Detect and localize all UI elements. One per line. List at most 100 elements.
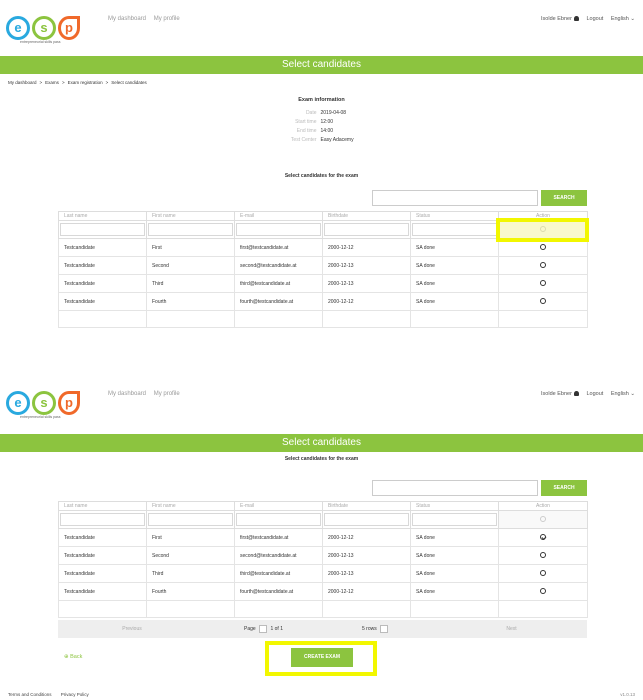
cell-action: [498, 238, 588, 257]
select-candidate-radio[interactable]: [540, 588, 546, 595]
top-nav: My dashboard My profile: [108, 391, 186, 397]
filter-email-input[interactable]: [236, 223, 321, 236]
filter-cell: [58, 510, 147, 529]
filter-birthdate-input[interactable]: [324, 223, 409, 236]
select-candidate-radio[interactable]: [540, 280, 546, 287]
create-exam-button[interactable]: CREATE EXAM: [291, 648, 353, 667]
search-input[interactable]: [372, 190, 538, 206]
user-name[interactable]: Isolde Ebner: [541, 391, 579, 397]
filter-last-name-input[interactable]: [60, 513, 145, 526]
select-candidates-heading: Select candidates for the exam: [284, 173, 359, 179]
filter-status-input[interactable]: [412, 513, 497, 526]
filter-last-name-input[interactable]: [60, 223, 145, 236]
page-number-input[interactable]: [259, 624, 268, 633]
back-link[interactable]: ⊕ Back: [64, 654, 82, 660]
nav-my-dashboard[interactable]: My dashboard: [108, 16, 146, 22]
column-header-first-name[interactable]: First name: [146, 501, 235, 511]
column-header-birthdate[interactable]: Birthdate: [322, 211, 411, 221]
cell-action: [498, 292, 588, 311]
filter-cell: [410, 510, 499, 529]
header: e s p entrepreneurial skills pass My das…: [0, 375, 643, 425]
cell-first-name: First: [146, 528, 235, 547]
esp-logo[interactable]: e s p entrepreneurial skills pass: [6, 391, 80, 421]
logo-tagline: entrepreneurial skills pass: [20, 40, 61, 44]
cell-birthdate: 2000-12-12: [322, 582, 411, 601]
empty-cell: [146, 600, 235, 618]
filter-first-name-input[interactable]: [148, 223, 233, 236]
empty-cell: [498, 310, 588, 328]
nav-my-dashboard[interactable]: My dashboard: [108, 391, 146, 397]
language-select[interactable]: English ⌄: [611, 391, 635, 397]
select-all-radio[interactable]: [540, 516, 546, 523]
column-header-action: Action: [498, 501, 588, 511]
breadcrumb-dashboard[interactable]: My dashboard: [8, 80, 37, 85]
search-button[interactable]: SEARCH: [541, 480, 587, 496]
next-page-button[interactable]: Next: [436, 620, 587, 638]
breadcrumb-exams[interactable]: Exams: [45, 80, 59, 85]
column-header-birthdate[interactable]: Birthdate: [322, 501, 411, 511]
user-icon: [573, 16, 579, 21]
language-select[interactable]: English ⌄: [611, 16, 635, 22]
cell-status: SA done: [410, 256, 499, 275]
select-candidate-radio[interactable]: [540, 244, 546, 251]
select-candidate-radio[interactable]: [540, 552, 546, 559]
select-candidate-radio[interactable]: [540, 298, 546, 305]
filter-email-input[interactable]: [236, 513, 321, 526]
column-header-last-name[interactable]: Last name: [58, 211, 147, 221]
column-header-email[interactable]: E-mail: [234, 211, 323, 221]
select-candidate-radio[interactable]: [540, 262, 546, 269]
pagination-bar: Previous Page 1 of 1 5 rows Next: [58, 620, 587, 638]
user-name[interactable]: Isolde Ebner: [541, 16, 579, 22]
logout-link[interactable]: Logout: [586, 16, 603, 22]
filter-status-input[interactable]: [412, 223, 497, 236]
filter-cell: [322, 220, 411, 239]
rows-per-page-select[interactable]: 5 rows: [362, 620, 388, 638]
breadcrumb-exam-registration[interactable]: Exam registration: [68, 80, 103, 85]
table-header-row: Last name First name E-mail Birthdate St…: [58, 501, 588, 511]
column-header-status[interactable]: Status: [410, 501, 499, 511]
filter-birthdate-input[interactable]: [324, 513, 409, 526]
logout-link[interactable]: Logout: [586, 391, 603, 397]
previous-page-button[interactable]: Previous: [58, 620, 206, 638]
cell-action: [498, 256, 588, 275]
nav-my-profile[interactable]: My profile: [154, 391, 180, 397]
info-value: 14:00: [320, 128, 334, 134]
screen-before-selection: e s p entrepreneurial skills pass My das…: [0, 0, 643, 360]
table-row: Testcandidate Third third@testcandidate.…: [58, 274, 588, 293]
select-candidate-radio[interactable]: [540, 570, 546, 577]
column-header-email[interactable]: E-mail: [234, 501, 323, 511]
logo-e: e: [6, 16, 30, 40]
filter-cell: [234, 220, 323, 239]
info-label: Date: [305, 110, 317, 116]
search-button[interactable]: SEARCH: [541, 190, 587, 206]
column-header-last-name[interactable]: Last name: [58, 501, 147, 511]
cell-email: third@testcandidate.at: [234, 564, 323, 583]
cell-first-name: Third: [146, 274, 235, 293]
info-label: Start time: [295, 119, 317, 125]
breadcrumb-separator: >: [105, 80, 109, 85]
table-row: Testcandidate Fourth fourth@testcandidat…: [58, 582, 588, 601]
back-label: Back: [70, 654, 83, 660]
select-all-radio[interactable]: [540, 226, 546, 233]
cell-last-name: Testcandidate: [58, 238, 147, 257]
search-input[interactable]: [372, 480, 538, 496]
breadcrumb-separator: >: [61, 80, 65, 85]
filter-cell: [146, 220, 235, 239]
cell-first-name: Third: [146, 564, 235, 583]
empty-cell: [58, 600, 147, 618]
select-candidate-radio-checked[interactable]: [540, 534, 546, 541]
cell-last-name: Testcandidate: [58, 564, 147, 583]
filter-first-name-input[interactable]: [148, 513, 233, 526]
cell-first-name: Fourth: [146, 292, 235, 311]
nav-my-profile[interactable]: My profile: [154, 16, 180, 22]
cell-status: SA done: [410, 238, 499, 257]
esp-logo[interactable]: e s p entrepreneurial skills pass: [6, 16, 80, 46]
exam-info-heading: Exam information: [298, 97, 345, 103]
terms-link[interactable]: Terms and Conditions: [8, 692, 52, 697]
privacy-link[interactable]: Privacy Policy: [61, 692, 89, 697]
filter-cell: [234, 510, 323, 529]
empty-cell: [58, 310, 147, 328]
column-header-first-name[interactable]: First name: [146, 211, 235, 221]
exam-test-center-row: Test Center Easy Adacemy: [0, 137, 643, 146]
column-header-status[interactable]: Status: [410, 211, 499, 221]
